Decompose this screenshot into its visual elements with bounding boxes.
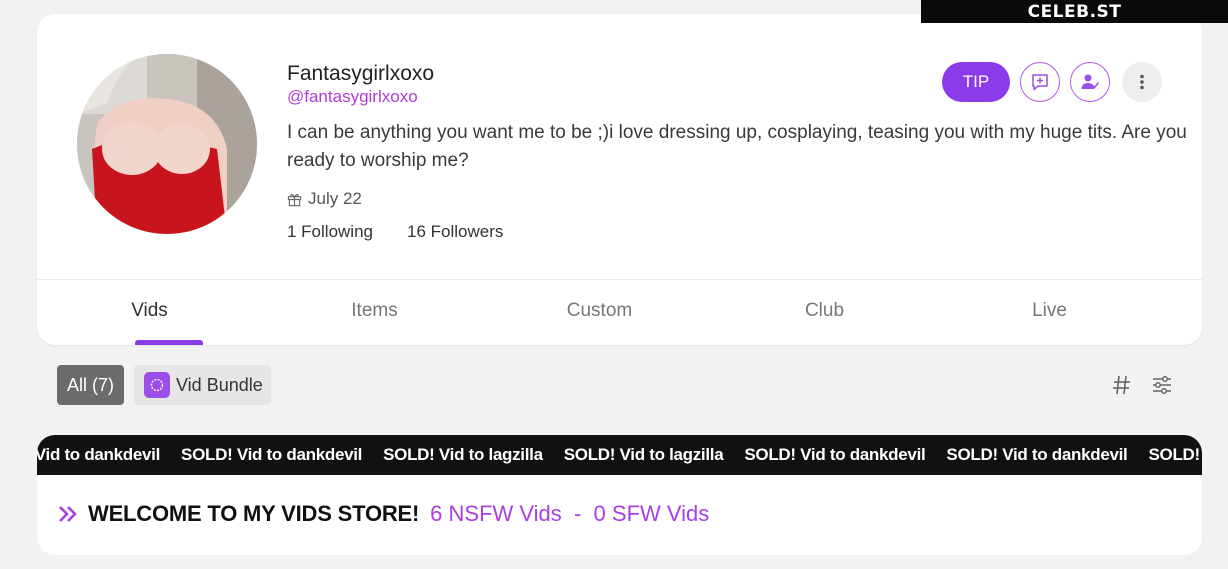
tip-button[interactable]: TIP: [942, 62, 1010, 102]
ticker-item: SOLD! Vid to dankdevil: [946, 445, 1128, 464]
watermark-logo: CELEB.ST: [921, 0, 1228, 23]
tab-live[interactable]: Live: [937, 280, 1162, 345]
ticker-item: SOLD! Vid to lagzilla: [563, 445, 724, 464]
profile-name: Fantasygirlxoxo: [287, 62, 435, 85]
birthday-label: July 22: [308, 189, 362, 208]
filter-all-button[interactable]: All (7): [57, 365, 124, 405]
filter-sliders-icon[interactable]: [1151, 374, 1173, 396]
content-tabs: Vids Items Custom Club Live: [37, 280, 1202, 345]
message-button[interactable]: [1020, 62, 1060, 102]
avatar[interactable]: [77, 54, 257, 234]
profile-actions: TIP: [942, 62, 1162, 102]
double-chevron-right-icon: [59, 506, 77, 522]
user-check-icon: [1081, 74, 1100, 89]
birthday: July 22: [287, 189, 362, 209]
followers-link[interactable]: 16 Followers: [407, 222, 503, 242]
tab-vids[interactable]: Vids: [37, 280, 262, 345]
message-plus-icon: [1032, 74, 1048, 91]
ticker-item: SOLD!: [1148, 445, 1200, 464]
ticker-item: SOLD! Vid to dankdevil: [744, 445, 926, 464]
profile-card: Fantasygirlxoxo @fantasygirlxoxo I can b…: [37, 14, 1202, 345]
ticker-item: SOLD! Vid to dankdevil: [181, 445, 363, 464]
store-title: WELCOME TO MY VIDS STORE!: [88, 501, 420, 526]
store-card: WELCOME TO MY VIDS STORE! 6 NSFW Vids - …: [37, 475, 1202, 555]
more-button[interactable]: [1122, 62, 1162, 102]
avatar-image: [77, 54, 257, 234]
tab-custom[interactable]: Custom: [487, 280, 712, 345]
ticker-item: ! Vid to dankdevil: [37, 445, 161, 464]
sales-ticker: ! Vid to dankdevil SOLD! Vid to dankdevi…: [37, 435, 1202, 475]
store-heading: WELCOME TO MY VIDS STORE! 6 NSFW Vids - …: [57, 501, 709, 527]
profile-bio: I can be anything you want me to be ;)i …: [287, 122, 1187, 171]
store-counts: 6 NSFW Vids - 0 SFW Vids: [430, 501, 710, 526]
ticker-item: SOLD! Vid to lagzilla: [383, 445, 543, 464]
gift-icon: [287, 193, 302, 206]
tab-club[interactable]: Club: [712, 280, 937, 345]
stats: 1 Following 16 Followers: [287, 222, 503, 242]
following-link[interactable]: 1 Following: [287, 222, 373, 242]
ticker-track: ! Vid to dankdevil SOLD! Vid to dankdevi…: [37, 435, 1202, 475]
hashtag-icon[interactable]: [1111, 374, 1133, 396]
filter-vid-bundle-button[interactable]: Vid Bundle: [134, 365, 271, 405]
vid-bundle-label: Vid Bundle: [176, 374, 263, 395]
follow-button[interactable]: [1070, 62, 1110, 102]
bundle-icon: [144, 372, 170, 398]
more-vertical-icon: [1140, 74, 1144, 90]
tab-items[interactable]: Items: [262, 280, 487, 345]
profile-handle[interactable]: @fantasygirlxoxo: [287, 87, 418, 107]
